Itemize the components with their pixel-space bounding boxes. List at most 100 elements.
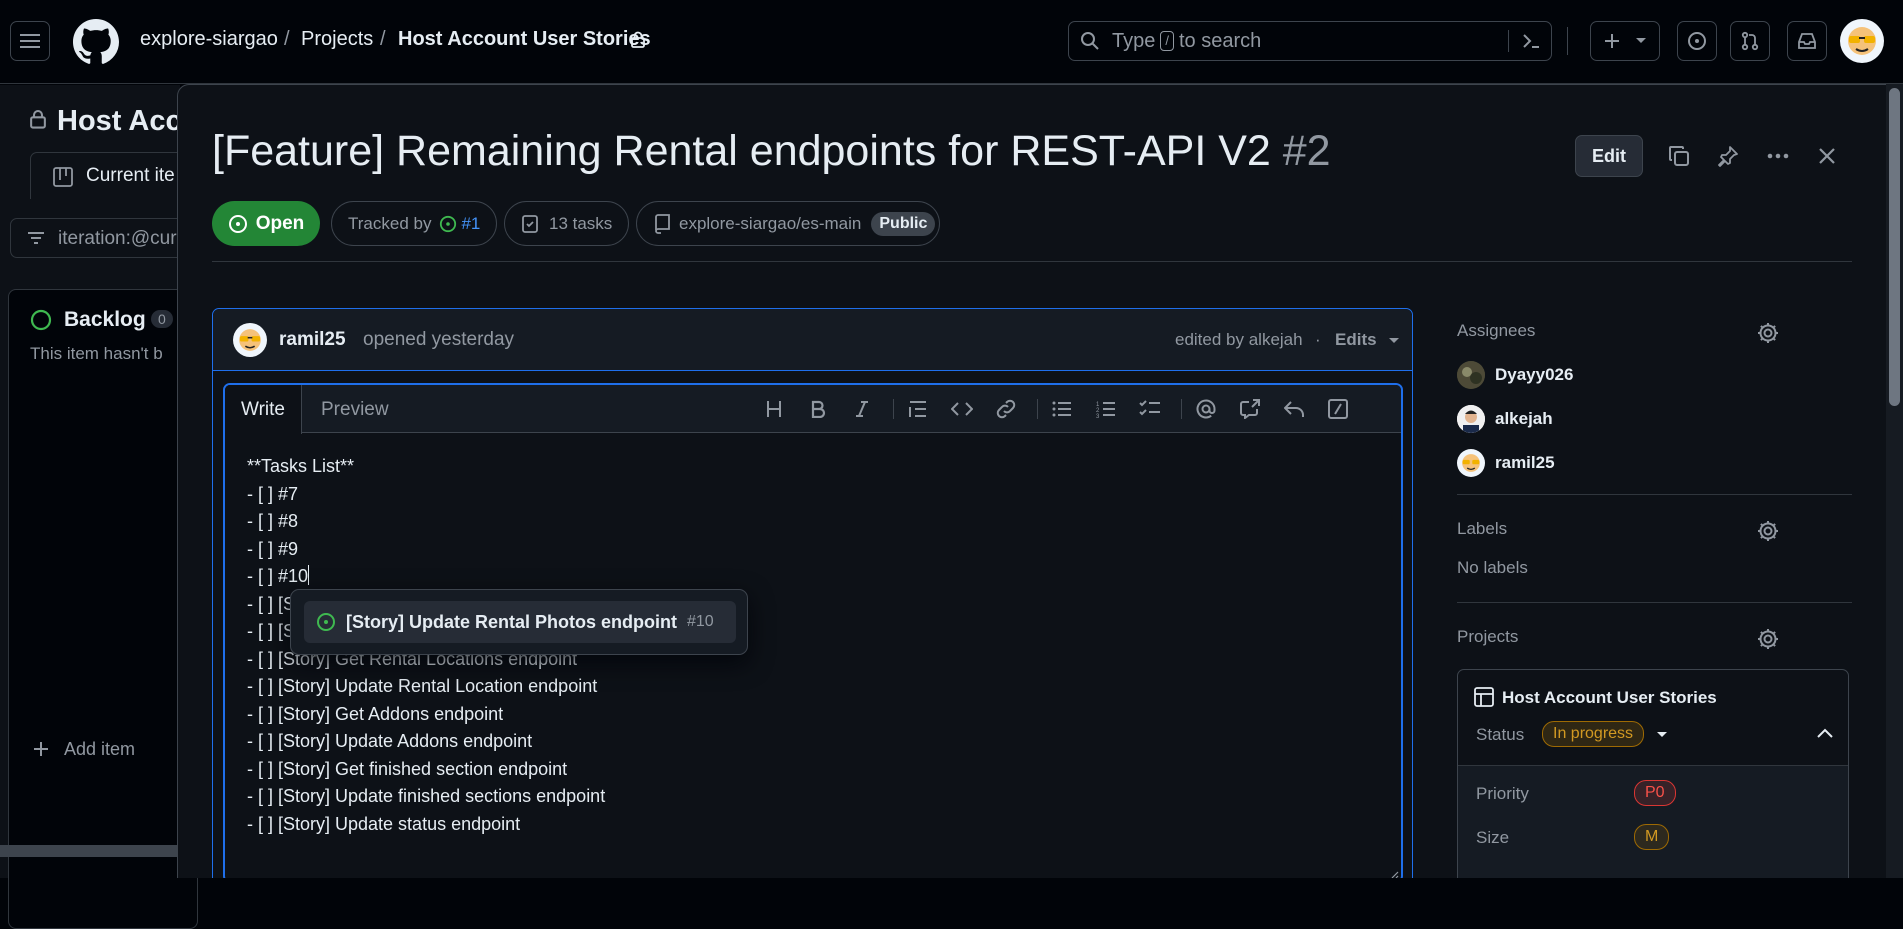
- issue-opened-icon: [228, 214, 247, 233]
- labels-value: No labels: [1457, 558, 1528, 577]
- slash-commands-button[interactable]: [1326, 397, 1350, 421]
- priority-label: Priority: [1476, 784, 1529, 803]
- chevron-up-icon[interactable]: [1817, 728, 1833, 738]
- breadcrumb-separator: /: [380, 28, 386, 50]
- bold-button[interactable]: [806, 397, 830, 421]
- breadcrumb-org[interactable]: explore-siargao: [140, 28, 278, 51]
- toolbar-divider: [893, 399, 894, 419]
- editor-line: - [ ] [Story] Get Addons endpoint: [247, 703, 504, 724]
- search-icon: [1080, 31, 1100, 51]
- breadcrumb-separator: /: [284, 28, 290, 50]
- saved-replies-button[interactable]: [1282, 397, 1306, 421]
- issues-button[interactable]: [1677, 21, 1717, 61]
- editor-line: - [ ] [Story] Update Addons endpoint: [247, 731, 533, 751]
- edit-title-button[interactable]: Edit: [1575, 135, 1643, 177]
- tab-preview[interactable]: Preview: [305, 385, 405, 434]
- italic-button[interactable]: [850, 397, 874, 421]
- top-header: explore-siargao / Projects / Host Accoun…: [0, 0, 1903, 84]
- tab-write[interactable]: Write: [225, 385, 302, 434]
- issue-opened-icon: [1688, 32, 1706, 50]
- comment-author[interactable]: ramil25: [279, 329, 346, 351]
- pull-requests-button[interactable]: [1730, 21, 1770, 61]
- quote-icon: [909, 401, 926, 417]
- search-placeholder: Type: [1112, 29, 1156, 52]
- task-list-button[interactable]: [1138, 397, 1162, 421]
- assignee-name: ramil25: [1495, 453, 1555, 472]
- tab-current-iteration[interactable]: Current ite: [30, 152, 190, 199]
- quote-button[interactable]: [906, 397, 930, 421]
- editor-tabs: Write Preview 123: [225, 385, 1401, 434]
- user-avatar[interactable]: [1840, 19, 1884, 63]
- project-name[interactable]: Host Account User Stories: [1502, 688, 1717, 708]
- create-new-button[interactable]: [1590, 21, 1660, 61]
- search-input[interactable]: Type / to search: [1068, 21, 1552, 61]
- tracked-by-ref[interactable]: #1: [461, 214, 480, 234]
- ordered-list-button[interactable]: 123: [1094, 397, 1118, 421]
- reply-icon: [1284, 401, 1304, 417]
- repo-icon: [655, 213, 670, 234]
- priority-badge[interactable]: P0: [1634, 780, 1676, 806]
- assignee-item[interactable]: alkejah: [1457, 405, 1553, 433]
- italic-icon: [856, 401, 868, 417]
- breadcrumb-projects[interactable]: Projects: [301, 28, 373, 51]
- mention-button[interactable]: [1194, 397, 1218, 421]
- status-label: Status: [1476, 725, 1525, 744]
- avatar: [1457, 449, 1485, 477]
- assignee-item[interactable]: ramil25: [1457, 449, 1555, 477]
- suggestion-item[interactable]: [Story] Update Rental Photos endpoint #1…: [304, 601, 736, 643]
- editor-line: - [ ] #8: [247, 511, 299, 531]
- inbox-icon: [1798, 33, 1816, 49]
- cross-reference-icon: [1240, 399, 1260, 419]
- link-button[interactable]: [994, 397, 1018, 421]
- editor-line: - [ ] [Story] Update status endpoint: [247, 813, 521, 834]
- labels-heading: Labels: [1457, 519, 1508, 538]
- visibility-badge: Public: [871, 211, 936, 236]
- slash-command-icon: [1328, 399, 1348, 419]
- editor-line: **Tasks List**: [247, 456, 355, 476]
- size-label: Size: [1476, 828, 1510, 847]
- hamburger-icon: [20, 34, 40, 48]
- pin-button[interactable]: [1708, 136, 1748, 176]
- github-logo-icon[interactable]: [73, 19, 119, 65]
- triangle-down-icon[interactable]: [1656, 731, 1668, 739]
- unordered-list-button[interactable]: [1050, 397, 1074, 421]
- add-item-button[interactable]: Add item: [64, 739, 135, 760]
- lock-icon: [631, 31, 645, 48]
- gear-icon[interactable]: [1756, 519, 1780, 543]
- assignee-item[interactable]: Dyayy026: [1457, 361, 1573, 389]
- size-badge[interactable]: M: [1634, 824, 1670, 850]
- scrollbar-thumb[interactable]: [1889, 88, 1900, 406]
- tracked-by-pill[interactable]: Tracked by #1: [331, 201, 498, 246]
- edits-dropdown[interactable]: Edits: [1335, 330, 1377, 350]
- breadcrumb-project[interactable]: Host Account User Stories: [398, 28, 651, 51]
- resize-handle-icon[interactable]: [1389, 869, 1399, 878]
- copy-link-button[interactable]: [1659, 136, 1699, 176]
- menu-button[interactable]: [10, 21, 50, 61]
- code-button[interactable]: [950, 397, 974, 421]
- status-badge[interactable]: In progress: [1542, 721, 1645, 747]
- tracked-by-label: Tracked by: [348, 213, 432, 233]
- heading-button[interactable]: [762, 397, 786, 421]
- list-ordered-icon: 123: [1096, 402, 1115, 418]
- inbox-button[interactable]: [1787, 21, 1827, 61]
- comment-action: opened yesterday: [363, 329, 515, 350]
- tasks-pill[interactable]: 13 tasks: [504, 201, 630, 246]
- close-panel-button[interactable]: [1807, 136, 1847, 176]
- issue-side-panel: [Feature] Remaining Rental endpoints for…: [177, 84, 1887, 878]
- gear-icon[interactable]: [1756, 627, 1780, 651]
- filter-input[interactable]: iteration:@cur: [10, 218, 200, 258]
- horizontal-scrollbar[interactable]: [0, 845, 180, 857]
- gear-icon[interactable]: [1756, 321, 1780, 345]
- assignees-heading: Assignees: [1457, 321, 1536, 340]
- more-options-button[interactable]: [1758, 136, 1798, 176]
- lock-icon: [30, 109, 46, 129]
- projects-heading: Projects: [1457, 627, 1519, 646]
- reference-button[interactable]: [1238, 397, 1262, 421]
- link-icon: [996, 399, 1016, 419]
- editor-line: - [ ] [Story] Update finished sections e…: [247, 786, 606, 806]
- author-avatar[interactable]: [233, 323, 267, 357]
- command-palette-icon[interactable]: [1521, 32, 1541, 50]
- issue-suggestion-popup: [Story] Update Rental Photos endpoint #1…: [290, 589, 748, 655]
- repository-pill[interactable]: explore-siargao/es-main Public: [636, 201, 941, 246]
- header-divider: [212, 261, 1852, 262]
